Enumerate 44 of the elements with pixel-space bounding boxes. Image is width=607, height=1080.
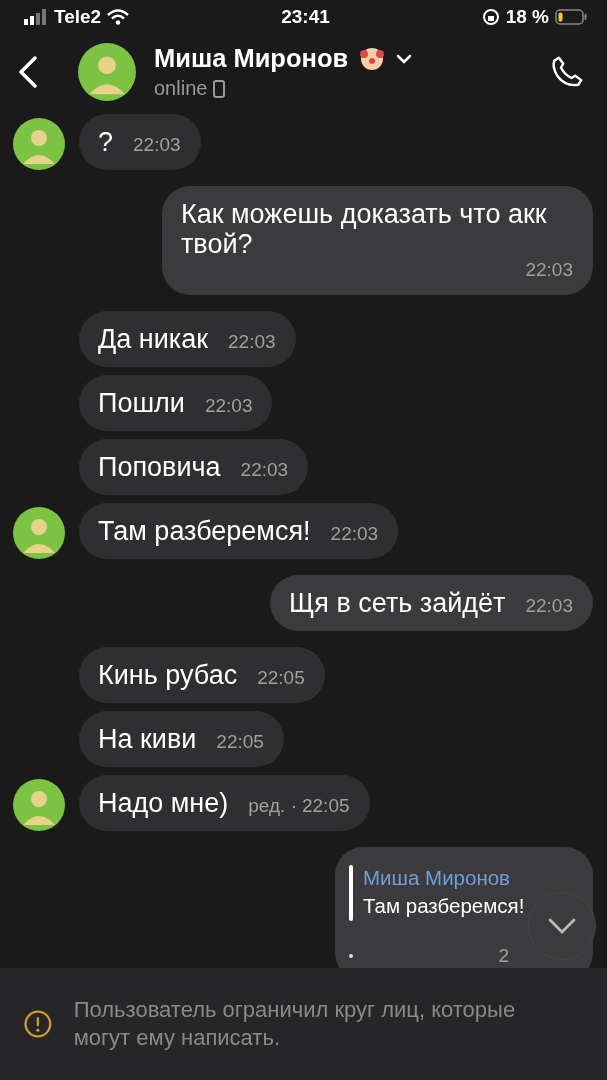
- dot-icon: [349, 954, 353, 958]
- battery-percent: 18 %: [505, 6, 549, 28]
- message-time: 22:03: [525, 595, 573, 617]
- message-time: 22:05: [257, 667, 305, 689]
- online-status: online: [154, 77, 208, 100]
- quote-author: Миша Миронов: [363, 865, 511, 891]
- clock-time: 23:41: [281, 6, 330, 28]
- message-text: Пошли: [98, 388, 185, 418]
- wifi-icon: [107, 9, 130, 25]
- message-time: 22:05: [301, 795, 350, 817]
- message-text: Как можешь доказать что акк твой?: [181, 199, 548, 259]
- message-text: Надо мне): [98, 788, 229, 818]
- message-text: На киви: [98, 724, 197, 754]
- message-text: ?: [98, 127, 114, 157]
- message-text: Поповича: [98, 452, 221, 482]
- message-time: 22:03: [204, 395, 253, 417]
- signal-icon: [24, 9, 48, 25]
- contact-name[interactable]: Миша Миронов: [154, 44, 349, 73]
- carrier-name: Tele2: [54, 6, 102, 28]
- emoji-icon: [360, 46, 385, 71]
- message-time: 22:03: [525, 259, 573, 281]
- battery-icon: [555, 9, 587, 25]
- avatar[interactable]: [13, 507, 65, 559]
- avatar[interactable]: [78, 43, 136, 101]
- back-icon[interactable]: [18, 55, 38, 89]
- message-text: Да никак: [98, 324, 209, 354]
- message-time: 22:03: [240, 459, 289, 481]
- message-text: Кинь рубас: [98, 660, 238, 690]
- chevron-down-icon: [548, 918, 576, 934]
- rotation-lock-icon: [481, 8, 500, 26]
- message-time: 22:03: [228, 331, 276, 353]
- quote-text: Там разберемся!: [363, 893, 525, 919]
- message-time: 22:03: [133, 134, 181, 156]
- message-text: Там разберемся!: [98, 516, 311, 546]
- avatar[interactable]: [13, 118, 65, 170]
- avatar[interactable]: [13, 779, 65, 831]
- chevron-down-icon[interactable]: [396, 53, 413, 64]
- message-time: 22:05: [216, 731, 264, 753]
- phone-device-icon: [213, 79, 226, 98]
- edited-label: ред. ·: [248, 795, 297, 817]
- restriction-notice: Пользователь ограничил круг лиц, которые могут ему написать.: [73, 996, 517, 1052]
- message-text: Щя в сеть зайдёт: [289, 588, 506, 618]
- message-time: 22:03: [330, 523, 379, 545]
- message-time: 2: [498, 945, 509, 967]
